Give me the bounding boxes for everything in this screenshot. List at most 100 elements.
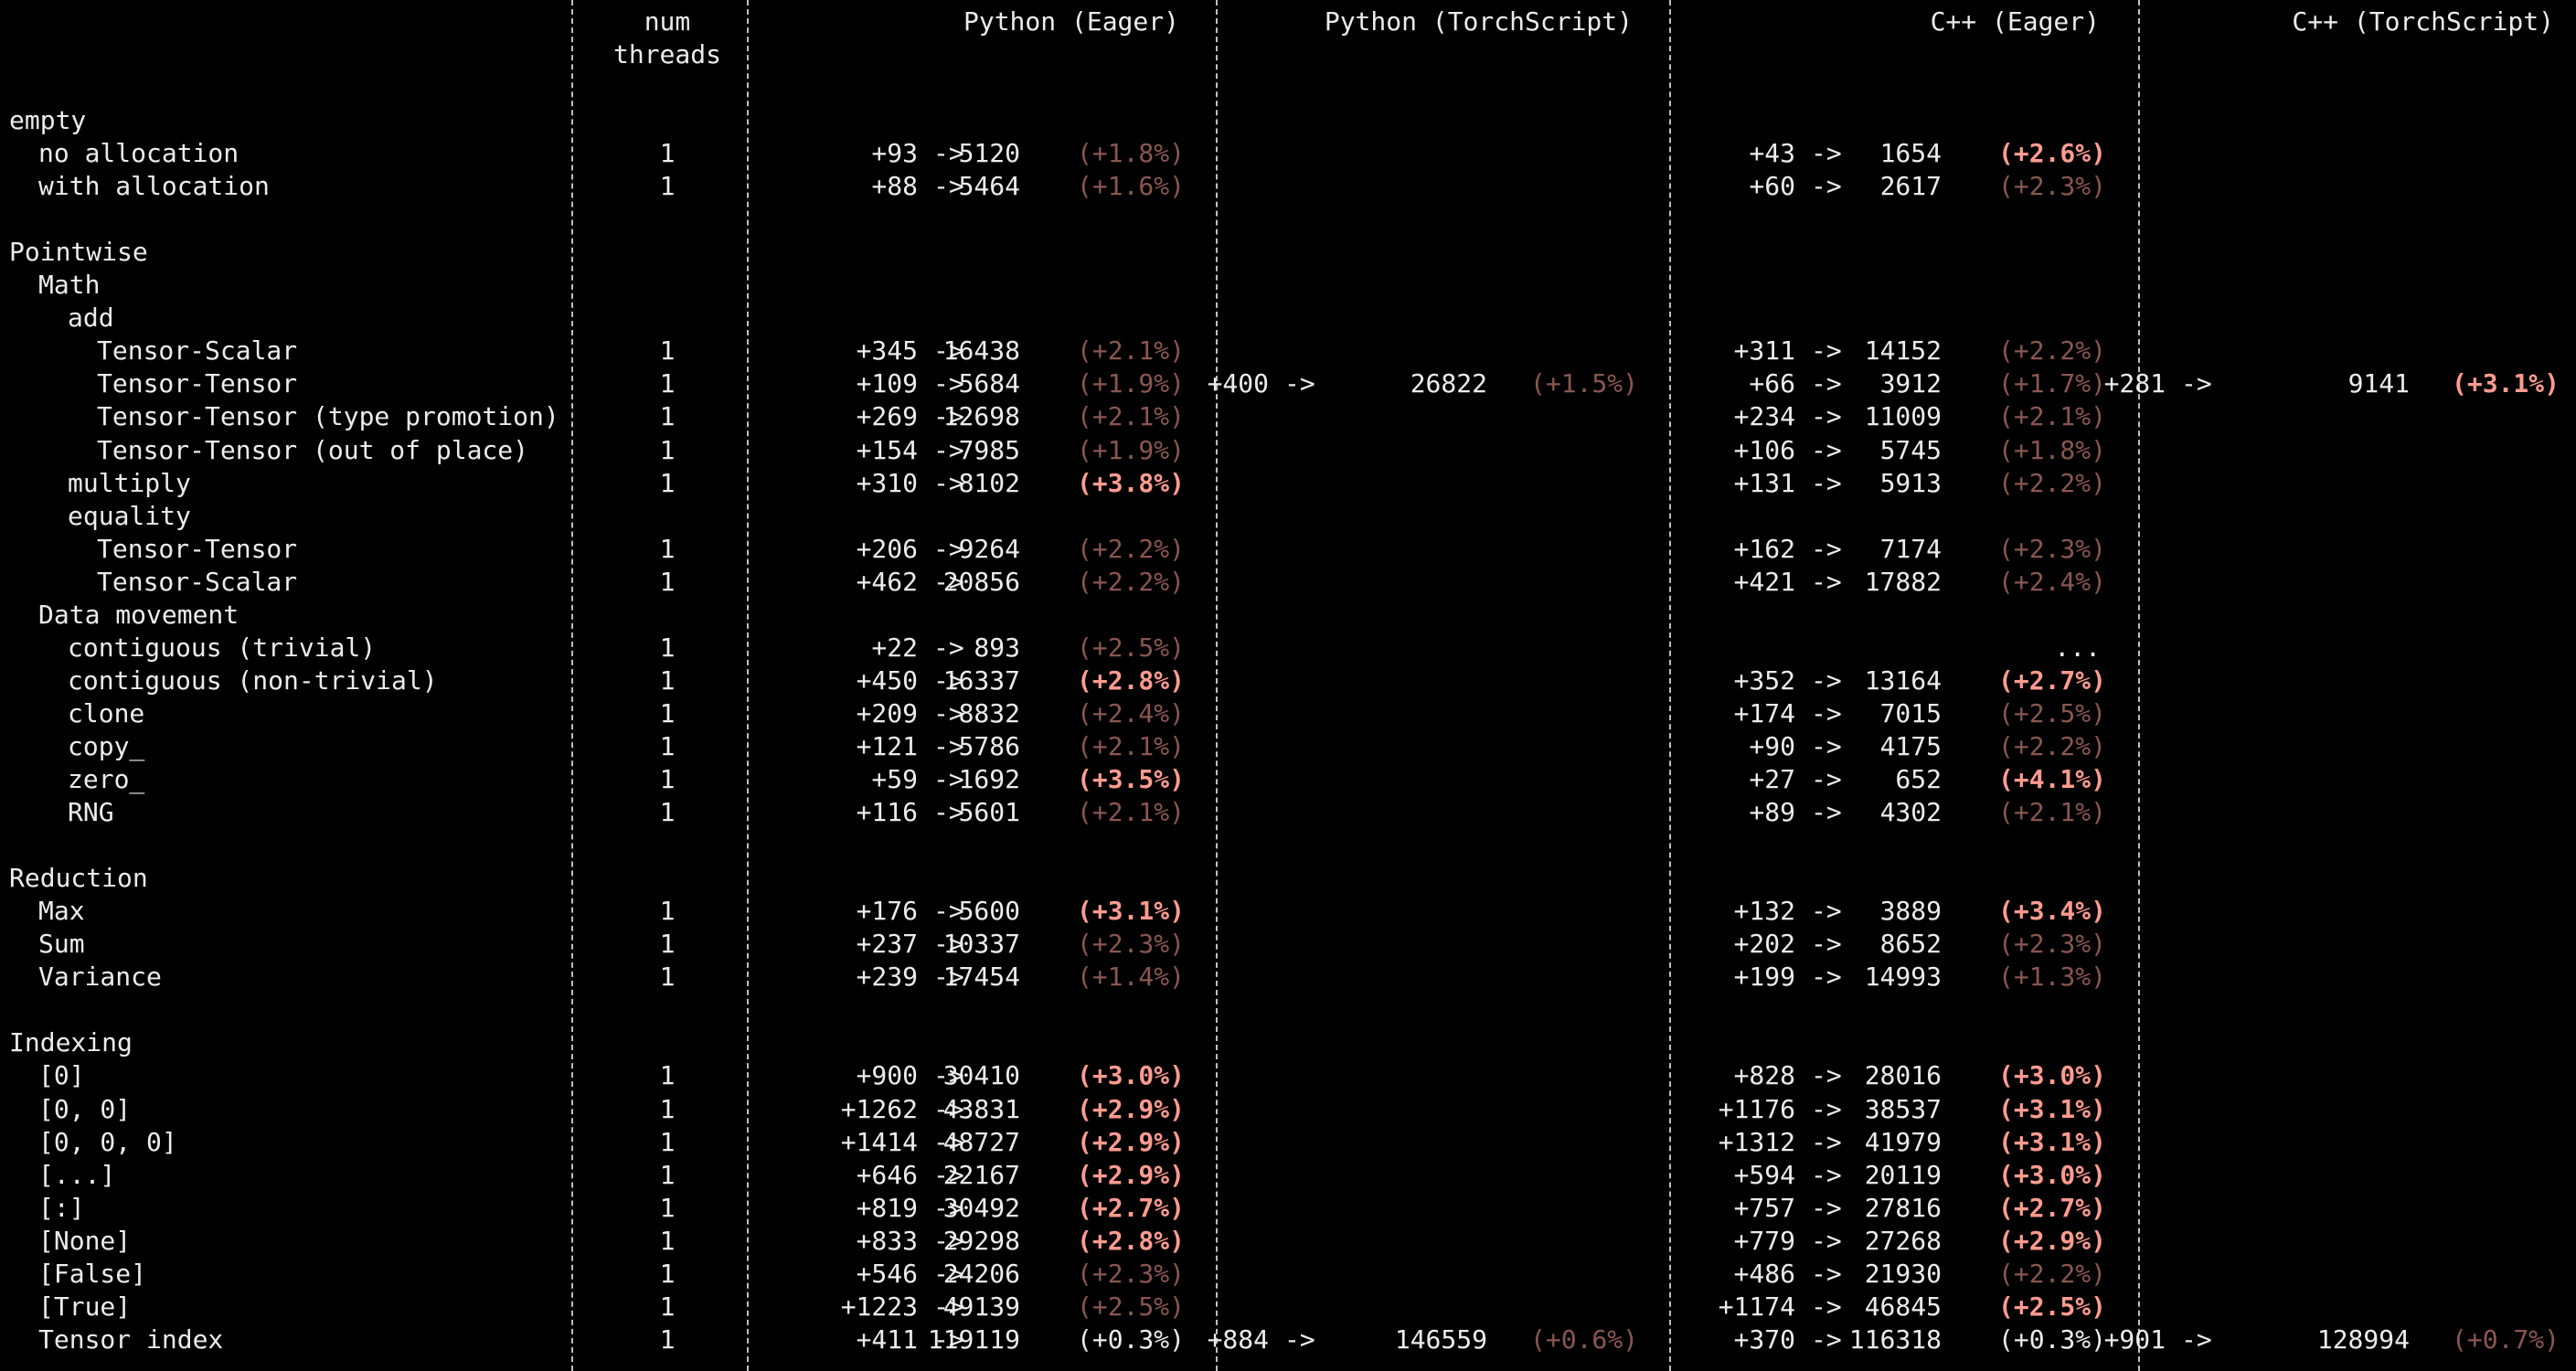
delta-value: +199	[1733, 962, 1795, 993]
time-value: 5600	[958, 896, 1020, 927]
row-label: Pointwise	[9, 237, 148, 268]
num-threads: 1	[659, 1126, 676, 1157]
delta-value: +131	[1733, 467, 1795, 498]
time-value: 16337	[942, 664, 1020, 696]
num-threads: 1	[659, 566, 676, 597]
time-value: 5464	[958, 171, 1020, 202]
row-label: Tensor-Scalar	[97, 335, 298, 367]
time-value: 20856	[942, 566, 1020, 597]
delta-value: +779	[1733, 1225, 1795, 1256]
row-label: RNG	[68, 797, 114, 828]
row-label: copy_	[68, 730, 145, 761]
percent-change: (+2.2%)	[1077, 533, 1186, 564]
time-value: 14993	[1864, 962, 1942, 993]
threads-header-top: num	[644, 6, 691, 37]
percent-change: (+2.2%)	[1998, 335, 2107, 367]
time-value: 49139	[942, 1291, 1020, 1322]
percent-change: (+0.6%)	[1530, 1323, 1639, 1355]
time-value: 1654	[1879, 138, 1942, 169]
table-row: [True] 1 +1223 -> 49139 (+2.5%) +1174 -> 46845 (+…	[0, 1291, 2576, 1323]
terminal-screen[interactable]: num threads Python (Eager) Python (Torch…	[0, 0, 2576, 1371]
row-label: [0, 0]	[38, 1093, 132, 1124]
section-row	[0, 829, 2576, 862]
time-value: 48727	[942, 1126, 1020, 1157]
row-label: clone	[68, 697, 145, 728]
percent-change: (+2.5%)	[1077, 1291, 1186, 1322]
table-row: zero_ 1 +59 -> 1692 (+3.5%) +27 -> 652 (+4.1%)	[0, 763, 2576, 796]
percent-change: (+2.3%)	[1998, 929, 2107, 960]
percent-change: (+2.5%)	[1077, 632, 1186, 663]
num-threads: 1	[659, 1060, 676, 1091]
percent-change: (+3.0%)	[1998, 1060, 2107, 1091]
num-threads: 1	[659, 929, 676, 960]
header-python-eager: Python (Eager)	[963, 6, 1179, 37]
delta-value: +1312	[1718, 1126, 1795, 1157]
row-label: Sum	[38, 929, 85, 960]
time-value: 22167	[942, 1159, 1020, 1190]
percent-change: (+3.0%)	[1998, 1159, 2107, 1190]
time-value: 8102	[958, 467, 1020, 498]
table-row: contiguous (non-trivial) 1 +450 -> 16337 (+2.…	[0, 664, 2576, 697]
table-row: [False] 1 +546 -> 24206 (+2.3%) +486 -> 21930 (+2…	[0, 1258, 2576, 1291]
time-value: 893	[974, 632, 1020, 663]
percent-change: (+2.5%)	[1998, 697, 2107, 728]
num-threads: 1	[659, 896, 676, 927]
percent-change: (+2.9%)	[1077, 1093, 1186, 1124]
time-value: 5913	[1879, 467, 1942, 498]
section-row	[0, 203, 2576, 236]
percent-change: (+2.6%)	[1998, 138, 2107, 169]
time-value: 17454	[942, 962, 1020, 993]
percent-change: (+2.3%)	[1077, 1258, 1186, 1289]
percent-change: (+2.5%)	[1998, 1291, 2107, 1322]
num-threads: 1	[659, 138, 676, 169]
time-value: 9141	[2347, 368, 2410, 399]
row-label: Tensor-Tensor	[97, 368, 298, 399]
delta-value: +1174	[1718, 1291, 1795, 1322]
delta-value: +352	[1733, 664, 1795, 696]
time-value: 38537	[1864, 1093, 1942, 1124]
percent-change: (+2.1%)	[1077, 797, 1186, 828]
num-threads: 1	[659, 335, 676, 367]
time-value: 13164	[1864, 664, 1942, 696]
time-value: 1692	[958, 764, 1020, 794]
time-value: 116318	[1848, 1323, 1942, 1355]
delta-value: +162	[1733, 533, 1795, 564]
percent-change: (+1.9%)	[1077, 434, 1186, 465]
table-row: with allocation 1 +88 -> 5464 (+1.6%) +60 -> 261…	[0, 170, 2576, 203]
percent-change: (+2.8%)	[1077, 1225, 1186, 1256]
percent-change: (+2.4%)	[1998, 566, 2107, 597]
time-value: 652	[1895, 764, 1942, 794]
time-value: 10337	[942, 929, 1020, 960]
time-value: 2617	[1879, 171, 1942, 202]
percent-change: (+3.0%)	[1077, 1060, 1186, 1091]
table-row: Tensor-Tensor 1 +206 -> 9264 (+2.2%) +162 -> 717…	[0, 533, 2576, 566]
percent-change: (+2.3%)	[1998, 171, 2107, 202]
table-row: [...] 1 +646 -> 22167 (+2.9%) +594 -> 20119 (+3.0…	[0, 1159, 2576, 1192]
percent-change: (+2.2%)	[1998, 1258, 2107, 1289]
delta-value: +43	[1749, 138, 1795, 169]
num-threads: 1	[659, 797, 676, 828]
percent-change: (+1.4%)	[1077, 962, 1186, 993]
row-label: [0]	[38, 1060, 85, 1091]
table-row: copy_ 1 +121 -> 5786 (+2.1%) +90 -> 4175 (+2.2%)	[0, 730, 2576, 763]
time-value: 7015	[1879, 697, 1942, 728]
time-value: 43831	[942, 1093, 1020, 1124]
delta-value: +174	[1733, 697, 1795, 728]
table-row: Tensor-Scalar 1 +345 -> 16438 (+2.1%) +311 -> 14…	[0, 335, 2576, 367]
percent-change: (+2.1%)	[1077, 335, 1186, 367]
arrow-icon: ->	[2181, 368, 2212, 399]
percent-change: (+3.1%)	[1998, 1126, 2107, 1157]
num-threads: 1	[659, 632, 676, 663]
percent-change: (+0.7%)	[2452, 1323, 2560, 1355]
percent-change: (+2.7%)	[1998, 1192, 2107, 1223]
num-threads: 1	[659, 1258, 676, 1289]
time-value: 28016	[1864, 1060, 1942, 1091]
row-label: multiply	[68, 467, 191, 498]
delta-value: +234	[1733, 401, 1795, 432]
time-value: 11009	[1864, 401, 1942, 432]
row-label: empty	[9, 105, 87, 135]
num-threads: 1	[659, 1225, 676, 1256]
delta-value: +132	[1733, 896, 1795, 927]
percent-change: (+2.7%)	[1998, 664, 2107, 696]
time-value: 16438	[942, 335, 1020, 367]
